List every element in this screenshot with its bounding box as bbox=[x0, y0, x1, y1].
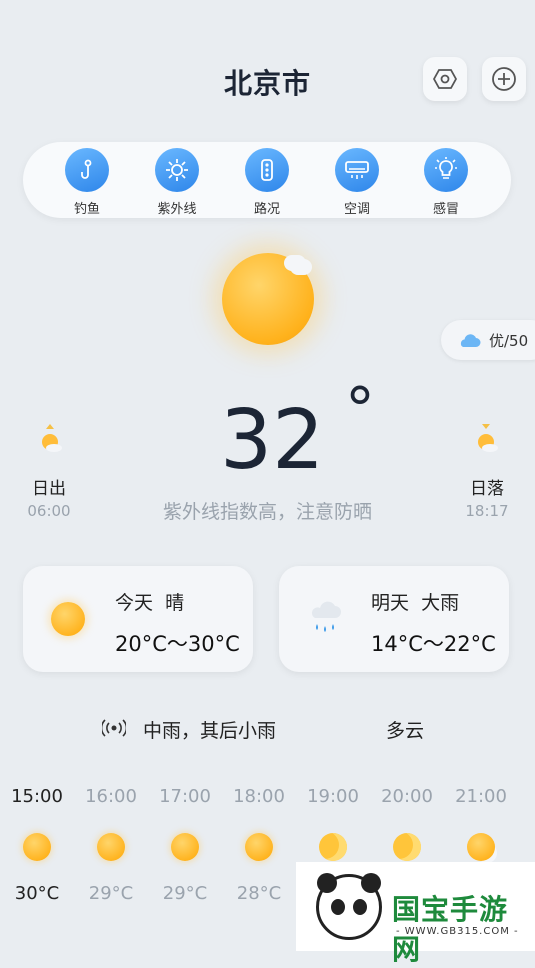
sunset-icon bbox=[478, 424, 498, 452]
today-label: 今天 bbox=[115, 592, 154, 614]
rain-cloud-icon bbox=[311, 601, 341, 632]
tomorrow-condition: 大雨 bbox=[421, 592, 460, 614]
tool-label: 路况 bbox=[253, 202, 280, 217]
hourly-item[interactable]: 16:00 29°C bbox=[74, 786, 148, 904]
hourly-item[interactable]: 21:00 bbox=[444, 786, 518, 861]
sun-icon bbox=[245, 833, 273, 861]
panda-logo bbox=[316, 873, 382, 940]
hour-time: 19:00 bbox=[307, 786, 359, 807]
tool-label: 紫外线 bbox=[157, 202, 197, 217]
uv-tip: 紫外线指数高，注意防晒 bbox=[162, 501, 372, 523]
cloud-icon bbox=[460, 334, 481, 347]
fishing-hook-icon bbox=[81, 159, 92, 179]
watermark-url: - WWW.GB315.COM - bbox=[396, 926, 519, 937]
hour-temp: 28°C bbox=[236, 883, 282, 904]
hour-temp: 30°C bbox=[14, 883, 60, 904]
tool-label: 空调 bbox=[343, 202, 370, 217]
aqi-value: 优/50 bbox=[489, 332, 529, 350]
traffic-light-icon bbox=[261, 159, 273, 181]
sun-icon bbox=[97, 833, 125, 861]
sunset-time: 18:17 bbox=[465, 502, 509, 520]
today-condition: 晴 bbox=[165, 592, 185, 614]
hexagon-settings-icon bbox=[433, 69, 457, 89]
sun-icon bbox=[23, 833, 51, 861]
hour-temp: 29°C bbox=[88, 883, 134, 904]
hour-time: 17:00 bbox=[159, 786, 211, 807]
hourly-item[interactable]: 15:00 30°C bbox=[0, 786, 74, 904]
tool-ac[interactable]: 空调 bbox=[327, 148, 387, 217]
ticker-text-next: 多云 bbox=[386, 720, 425, 742]
tomorrow-range: 14°C～22°C bbox=[371, 632, 496, 656]
tool-cold[interactable]: 感冒 bbox=[416, 148, 476, 217]
broadcast-icon bbox=[102, 719, 126, 737]
watermark: 国宝手游网 - WWW.GB315.COM - bbox=[296, 862, 535, 966]
sun-icon bbox=[51, 602, 85, 636]
moon-icon bbox=[319, 833, 347, 861]
current-temperature: 32 bbox=[220, 393, 325, 488]
hour-time: 18:00 bbox=[233, 786, 285, 807]
plus-circle-icon bbox=[492, 67, 516, 91]
hour-time: 15:00 bbox=[11, 786, 63, 807]
hour-temp: 29°C bbox=[162, 883, 208, 904]
tools-bar: 钓鱼 紫外线 路况 空调 感冒 bbox=[23, 142, 511, 218]
sunrise-label: 日出 bbox=[32, 479, 66, 499]
degree-symbol: ° bbox=[345, 375, 375, 445]
hourly-item[interactable]: 17:00 29°C bbox=[148, 786, 222, 904]
hour-time: 21:00 bbox=[455, 786, 507, 807]
moon-icon bbox=[393, 833, 421, 861]
tomorrow-label: 明天 bbox=[371, 592, 410, 614]
hour-time: 16:00 bbox=[85, 786, 137, 807]
sunset-label: 日落 bbox=[470, 479, 504, 499]
tool-label: 钓鱼 bbox=[73, 202, 100, 217]
cloudy-sun-icon bbox=[467, 833, 495, 861]
tomorrow-card[interactable]: 明天 大雨 14°C～22°C bbox=[279, 566, 509, 672]
tool-uv[interactable]: 紫外线 bbox=[147, 148, 207, 217]
today-card[interactable]: 今天 晴 20°C～30°C bbox=[23, 566, 253, 672]
hour-time: 20:00 bbox=[381, 786, 433, 807]
sunrise-icon bbox=[42, 424, 62, 452]
ticker-text: 中雨，其后小雨 bbox=[143, 720, 277, 742]
add-city-button[interactable] bbox=[482, 57, 526, 101]
air-conditioner-icon bbox=[345, 161, 369, 179]
small-cloud-icon bbox=[284, 255, 306, 271]
aqi-badge[interactable]: 优/50 bbox=[441, 320, 535, 360]
tool-fishing[interactable]: 钓鱼 bbox=[57, 148, 117, 217]
hourly-item[interactable]: 18:00 28°C bbox=[222, 786, 296, 904]
settings-button[interactable] bbox=[423, 57, 467, 101]
lightbulb-icon bbox=[435, 157, 457, 179]
tool-traffic[interactable]: 路况 bbox=[237, 148, 297, 217]
sunrise-time: 06:00 bbox=[27, 502, 71, 520]
uv-sun-icon bbox=[166, 159, 188, 181]
hourly-item[interactable]: 19:00 bbox=[296, 786, 370, 861]
today-range: 20°C～30°C bbox=[115, 632, 240, 656]
tool-label: 感冒 bbox=[432, 202, 459, 217]
hourly-item[interactable]: 20:00 bbox=[370, 786, 444, 861]
sun-icon bbox=[171, 833, 199, 861]
